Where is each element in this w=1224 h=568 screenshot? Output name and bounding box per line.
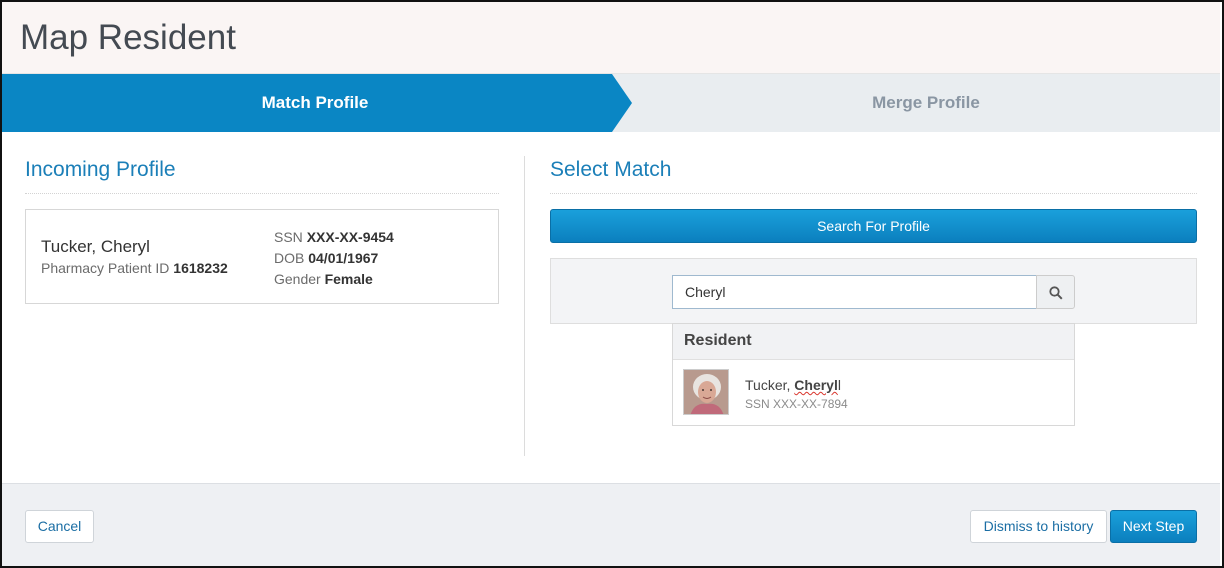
gender-label: Gender [274, 271, 321, 287]
search-panel [550, 258, 1197, 324]
incoming-profile-panel: Incoming Profile Tucker, Cheryl Pharmacy… [25, 150, 499, 304]
dob-value: 04/01/1967 [308, 250, 379, 266]
result-name: Tucker, Cheryll [745, 377, 841, 393]
search-input[interactable] [672, 275, 1037, 309]
page-title: Map Resident [20, 18, 236, 57]
patient-id-label: Pharmacy Patient ID [41, 260, 170, 276]
dob-row: DOB 04/01/1967 [274, 248, 394, 269]
ssn-value: XXX-XX-9454 [306, 229, 394, 245]
incoming-profile-card: Tucker, Cheryl Pharmacy Patient ID 16182… [25, 209, 499, 304]
step-wizard: Match Profile Merge Profile [2, 74, 1220, 132]
result-name-highlight: Cheryl [794, 377, 838, 393]
result-ssn: SSN XXX-XX-7894 [745, 397, 848, 411]
column-divider [524, 156, 525, 456]
result-item[interactable]: Tucker, Cheryll SSN XXX-XX-7894 [673, 360, 1074, 426]
search-for-profile-button[interactable]: Search For Profile [550, 209, 1197, 243]
incoming-profile-title: Incoming Profile [25, 150, 499, 194]
select-match-panel: Select Match Search For Profile Resident [550, 150, 1197, 426]
incoming-patient-id: Pharmacy Patient ID 1618232 [41, 260, 228, 276]
gender-value: Female [324, 271, 373, 287]
select-match-title: Select Match [550, 150, 1197, 194]
dob-label: DOB [274, 250, 305, 266]
results-header: Resident [673, 324, 1074, 360]
ssn-row: SSN XXX-XX-9454 [274, 227, 394, 248]
search-results-dropdown: Resident Tucker, Cheryll SSN XXX-XX-7894 [672, 323, 1075, 426]
result-name-prefix: Tucker, [745, 377, 795, 393]
ssn-label: SSN [274, 229, 303, 245]
search-icon [1049, 286, 1063, 300]
gender-row: Gender Female [274, 269, 394, 290]
cancel-button[interactable]: Cancel [25, 510, 94, 543]
dialog-header: Map Resident [2, 2, 1220, 74]
dialog-footer: Cancel Dismiss to history Next Step [2, 483, 1220, 566]
dismiss-to-history-button[interactable]: Dismiss to history [970, 510, 1107, 543]
result-name-suffix: l [837, 377, 841, 393]
resident-photo [684, 370, 728, 414]
next-step-button[interactable]: Next Step [1110, 510, 1197, 543]
incoming-details: SSN XXX-XX-9454 DOB 04/01/1967 Gender Fe… [274, 227, 394, 290]
incoming-name: Tucker, Cheryl [41, 237, 150, 256]
resident-avatar [683, 369, 729, 415]
search-submit-button[interactable] [1036, 275, 1075, 309]
step-merge-profile-label[interactable]: Merge Profile [628, 93, 1224, 113]
patient-id-value: 1618232 [173, 260, 228, 276]
step-match-profile-label: Match Profile [261, 93, 369, 112]
result-name-match: Cheryl [794, 377, 838, 393]
